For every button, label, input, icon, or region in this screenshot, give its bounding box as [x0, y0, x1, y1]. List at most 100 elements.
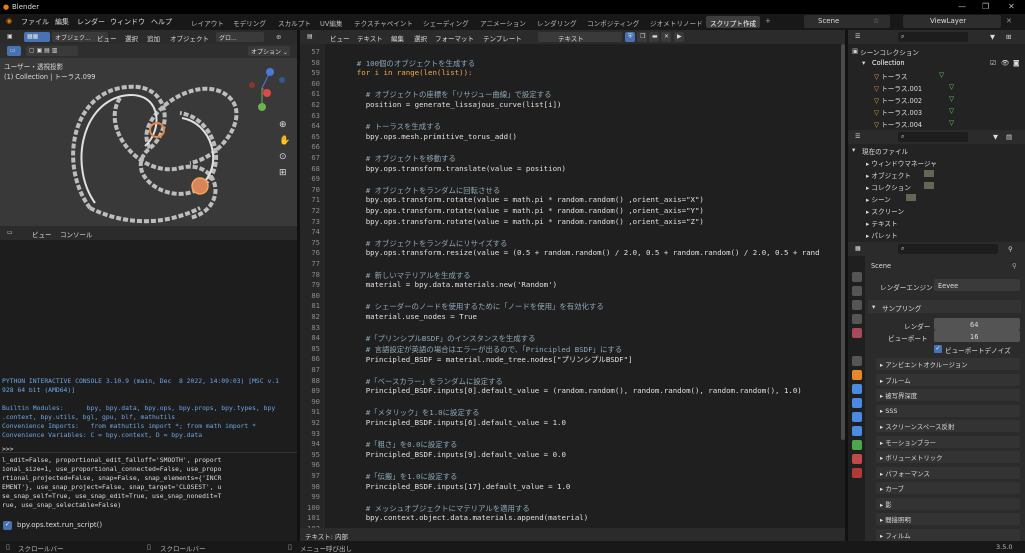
code-line[interactable]: Principled_BSDF.inputs[6].default_value …: [339, 418, 566, 427]
menu-window[interactable]: ウィンドウ: [110, 17, 145, 27]
zoom-icon[interactable]: ⊕: [279, 120, 287, 130]
tab-shading[interactable]: シェーディング: [419, 16, 473, 28]
particles-tab-icon[interactable]: [852, 398, 862, 408]
modifier-tab-icon[interactable]: [852, 384, 862, 394]
viewport-menu-object[interactable]: オブジェクト: [170, 33, 209, 43]
tab-animation[interactable]: アニメーション: [476, 16, 530, 28]
new-collection-icon[interactable]: ⊞: [1006, 33, 1011, 41]
code-line[interactable]: for i in range(len(list)):: [339, 68, 473, 77]
grid-icon[interactable]: ⊞: [279, 168, 287, 178]
text-menu-format[interactable]: フォーマット: [435, 33, 474, 43]
code-line[interactable]: # シェーダーのノードを使用するために「ノードを使用」を有効化する: [339, 301, 604, 312]
options-dropdown[interactable]: オプション ⌄: [248, 46, 290, 56]
texture-tab-icon[interactable]: [852, 468, 862, 478]
current-file-label[interactable]: 現在のファイル: [862, 146, 908, 156]
properties-panel[interactable]: ▸ スクリーンスペース反射: [876, 420, 1020, 432]
code-line[interactable]: # 言語設定が英語の場合はエラーが出るので、「Principled BSDF」に…: [339, 344, 623, 355]
filter-icon[interactable]: ▼: [990, 33, 995, 41]
code-line[interactable]: # 100個のオブジェクトを生成する: [339, 58, 475, 69]
output-tab-icon[interactable]: [852, 300, 862, 310]
unlink-text-icon[interactable]: ✕: [661, 32, 671, 42]
tab-texture-paint[interactable]: テクスチャペイント: [350, 16, 417, 28]
open-text-icon[interactable]: ▬: [649, 32, 659, 42]
close-icon[interactable]: ✕: [1008, 2, 1015, 11]
code-line[interactable]: #「粗さ」を0.0に設定する: [339, 439, 458, 450]
constraints-tab-icon[interactable]: [852, 426, 862, 436]
menu-help[interactable]: ヘルプ: [151, 17, 172, 27]
copy-text-icon[interactable]: ❐: [637, 32, 647, 42]
properties-panel[interactable]: ▸ ブルーム: [876, 373, 1020, 386]
denoise-checkbox[interactable]: ✓: [934, 345, 942, 353]
select-box-icon[interactable]: ▭: [7, 46, 21, 56]
maximize-icon[interactable]: ❐: [982, 2, 989, 11]
code-line[interactable]: # メッシュオブジェクトにマテリアルを適用する: [339, 503, 530, 514]
code-line[interactable]: # 新しいマテリアルを生成する: [339, 270, 471, 281]
viewport-menu-add[interactable]: 追加: [147, 33, 160, 43]
code-line[interactable]: Principled_BSDF = material.node_tree.nod…: [339, 354, 633, 365]
code-line[interactable]: material.use_nodes = True: [339, 312, 477, 321]
visibility-icon[interactable]: 👁: [1001, 59, 1009, 67]
code-line[interactable]: # オブジェクトの座標を「リサジュー曲線」で設定する: [339, 89, 552, 100]
purge-icon[interactable]: ▤: [1006, 133, 1012, 141]
properties-panel[interactable]: ▸ モーションブラー: [876, 435, 1020, 448]
code-line[interactable]: #「メタリック」を1.0に設定する: [339, 407, 480, 418]
viewport-menu-select[interactable]: 選択: [125, 33, 138, 43]
properties-panel[interactable]: ▸ アンビエントオクルージョン: [876, 358, 1020, 370]
code-line[interactable]: #「ベースカラー」をランダムに設定する: [339, 376, 503, 387]
outliner-scene-collection[interactable]: シーンコレクション: [860, 47, 919, 57]
blend-item[interactable]: ▸ パレット: [866, 230, 898, 240]
view-layer-tab-icon[interactable]: [852, 314, 862, 324]
text-menu-text[interactable]: テキスト: [357, 33, 383, 43]
code-line[interactable]: bpy.ops.transform.resize(value = (0.5 + …: [339, 248, 820, 257]
text-editor-type-icon[interactable]: ▤: [304, 32, 320, 42]
code-line[interactable]: bpy.ops.transform.rotate(value = math.pi…: [339, 195, 704, 204]
blend-item[interactable]: ▸ ウィンドウマネージャ: [866, 158, 937, 168]
file-browser-type-icon[interactable]: ☰: [852, 132, 868, 142]
code-line[interactable]: bpy.ops.transform.translate(value = posi…: [339, 164, 566, 173]
properties-panel[interactable]: ▸ 間接照明: [876, 513, 1020, 525]
file-browser-search[interactable]: ⌕: [898, 132, 968, 142]
tab-geometry-nodes[interactable]: ジオメトリノード: [646, 16, 707, 28]
code-line[interactable]: bpy.ops.transform.rotate(value = math.pi…: [339, 206, 704, 215]
collection-expand-icon[interactable]: ▾: [862, 59, 865, 67]
properties-panel[interactable]: ▸ ボリューメトリック: [876, 451, 1020, 463]
data-tab-icon[interactable]: [852, 440, 862, 450]
outliner-search[interactable]: ⌕: [898, 32, 968, 42]
code-line[interactable]: material = bpy.data.materials.new('Rando…: [339, 280, 557, 289]
blender-menu-icon[interactable]: ◉: [6, 17, 12, 25]
properties-panel[interactable]: ▸ パフォーマンス: [876, 466, 1020, 479]
blend-item[interactable]: ▸ オブジェクト: [866, 170, 911, 180]
tab-scripting[interactable]: スクリプト作成: [706, 16, 761, 28]
outliner-type-icon[interactable]: ☰: [852, 32, 868, 42]
menu-file[interactable]: ファイル: [21, 17, 49, 27]
scene-tab-icon[interactable]: [852, 328, 862, 338]
tab-modeling[interactable]: モデリング: [229, 16, 270, 28]
code-line[interactable]: # トーラスを生成する: [339, 121, 441, 132]
code-line[interactable]: # オブジェクトをランダムにリサイズする: [339, 238, 508, 249]
minimize-icon[interactable]: —: [958, 2, 966, 11]
text-scrollbar[interactable]: [841, 44, 845, 440]
checkbox-icon[interactable]: ☑: [990, 59, 996, 67]
properties-type-icon[interactable]: ▦: [852, 244, 868, 254]
viewport-menu-view[interactable]: ビュー: [97, 33, 117, 43]
transform-orientation[interactable]: グロ...: [216, 32, 264, 42]
material-tab-icon[interactable]: [852, 454, 862, 464]
code-line[interactable]: #「プリンシプルBSDF」のインスタンスを生成する: [339, 333, 536, 344]
camera-icon[interactable]: ⊙: [279, 152, 287, 162]
editor-type-icon[interactable]: ▣: [4, 32, 20, 42]
console-menu-view[interactable]: ビュー: [32, 229, 52, 239]
console-editor-type-icon[interactable]: ▭: [4, 228, 20, 238]
select-mode-buttons[interactable]: ▢ ▣ ▤ ▥: [26, 46, 78, 56]
code-line[interactable]: position = generate_lissajous_curve(list…: [339, 100, 562, 109]
render-tab-icon[interactable]: [852, 286, 862, 296]
physics-tab-icon[interactable]: [852, 412, 862, 422]
expand-icon[interactable]: ▾: [852, 146, 855, 154]
camera-icon[interactable]: ◙: [1013, 59, 1019, 67]
code-line[interactable]: # オブジェクトをランダムに回転させる: [339, 185, 501, 196]
code-line[interactable]: # オブジェクトを移動する: [339, 153, 456, 164]
menu-edit[interactable]: 編集: [55, 17, 69, 27]
code-line[interactable]: bpy.context.object.data.materials.append…: [339, 513, 589, 522]
tab-sculpt[interactable]: スカルプト: [274, 16, 315, 28]
pin-icon[interactable]: ⚲: [1008, 245, 1013, 253]
select-mode-icons[interactable]: ▦▦: [24, 32, 50, 42]
